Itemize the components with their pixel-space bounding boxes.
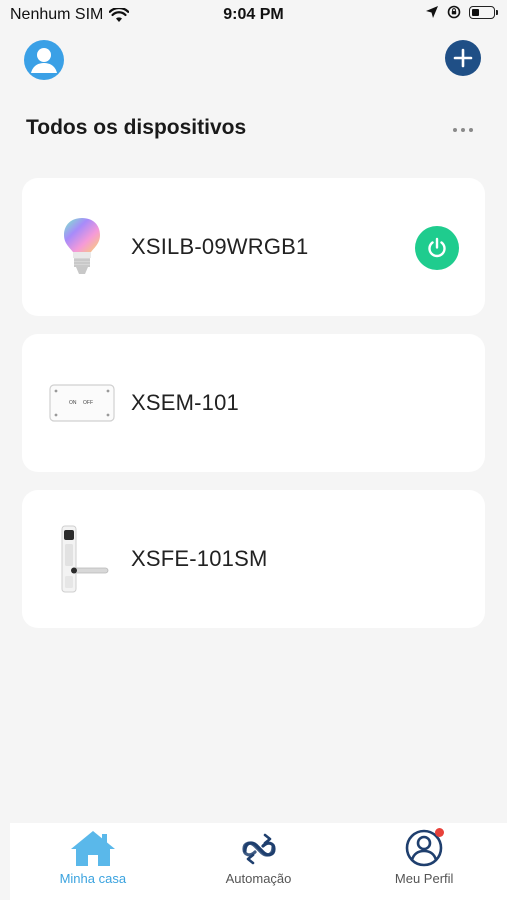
smart-bulb-icon [64, 218, 100, 274]
user-avatar-button[interactable] [24, 40, 64, 80]
rotation-lock-icon [447, 5, 461, 19]
more-options-button[interactable] [447, 118, 479, 142]
smart-lock-icon [61, 525, 109, 593]
device-name: XSFE-101SM [131, 546, 268, 571]
device-thumbnail [50, 524, 114, 594]
device-name: XSEM-101 [131, 390, 239, 415]
tab-label: Automação [225, 871, 292, 886]
device-card-switch[interactable]: ON OFF XSEM-101 [22, 334, 485, 472]
power-toggle-button[interactable] [415, 226, 459, 270]
more-horizontal-icon [453, 128, 457, 132]
location-arrow-icon [426, 6, 438, 18]
switch-module-icon: ON OFF [49, 384, 115, 422]
add-device-button[interactable] [445, 40, 481, 76]
device-thumbnail [50, 212, 114, 282]
status-bar: Nenhum SIM 9:04 PM [0, 0, 507, 32]
bottom-tab-bar: Minha casa Automação Meu Perfil [10, 823, 507, 900]
plus-icon [453, 48, 473, 68]
automation-icon [241, 833, 276, 865]
tab-meu-perfil[interactable]: Meu Perfil [341, 823, 507, 900]
tab-minha-casa[interactable]: Minha casa [10, 823, 176, 900]
power-icon [428, 237, 446, 258]
battery-icon [469, 5, 498, 19]
home-icon [70, 831, 115, 866]
status-right-icons [425, 5, 498, 19]
device-card-bulb[interactable]: XSILB-09WRGB1 [22, 178, 485, 316]
tab-label: Meu Perfil [394, 871, 454, 886]
tab-automacao[interactable]: Automação [176, 823, 342, 900]
user-avatar-icon [31, 48, 57, 73]
page-title: Todos os dispositivos [26, 116, 247, 139]
device-name: XSILB-09WRGB1 [131, 234, 309, 259]
svg-text:OFF: OFF [83, 400, 93, 406]
tab-label: Minha casa [59, 871, 127, 886]
svg-text:ON: ON [69, 400, 77, 406]
device-card-lock[interactable]: XSFE-101SM [22, 490, 485, 628]
device-thumbnail: ON OFF [48, 368, 116, 438]
